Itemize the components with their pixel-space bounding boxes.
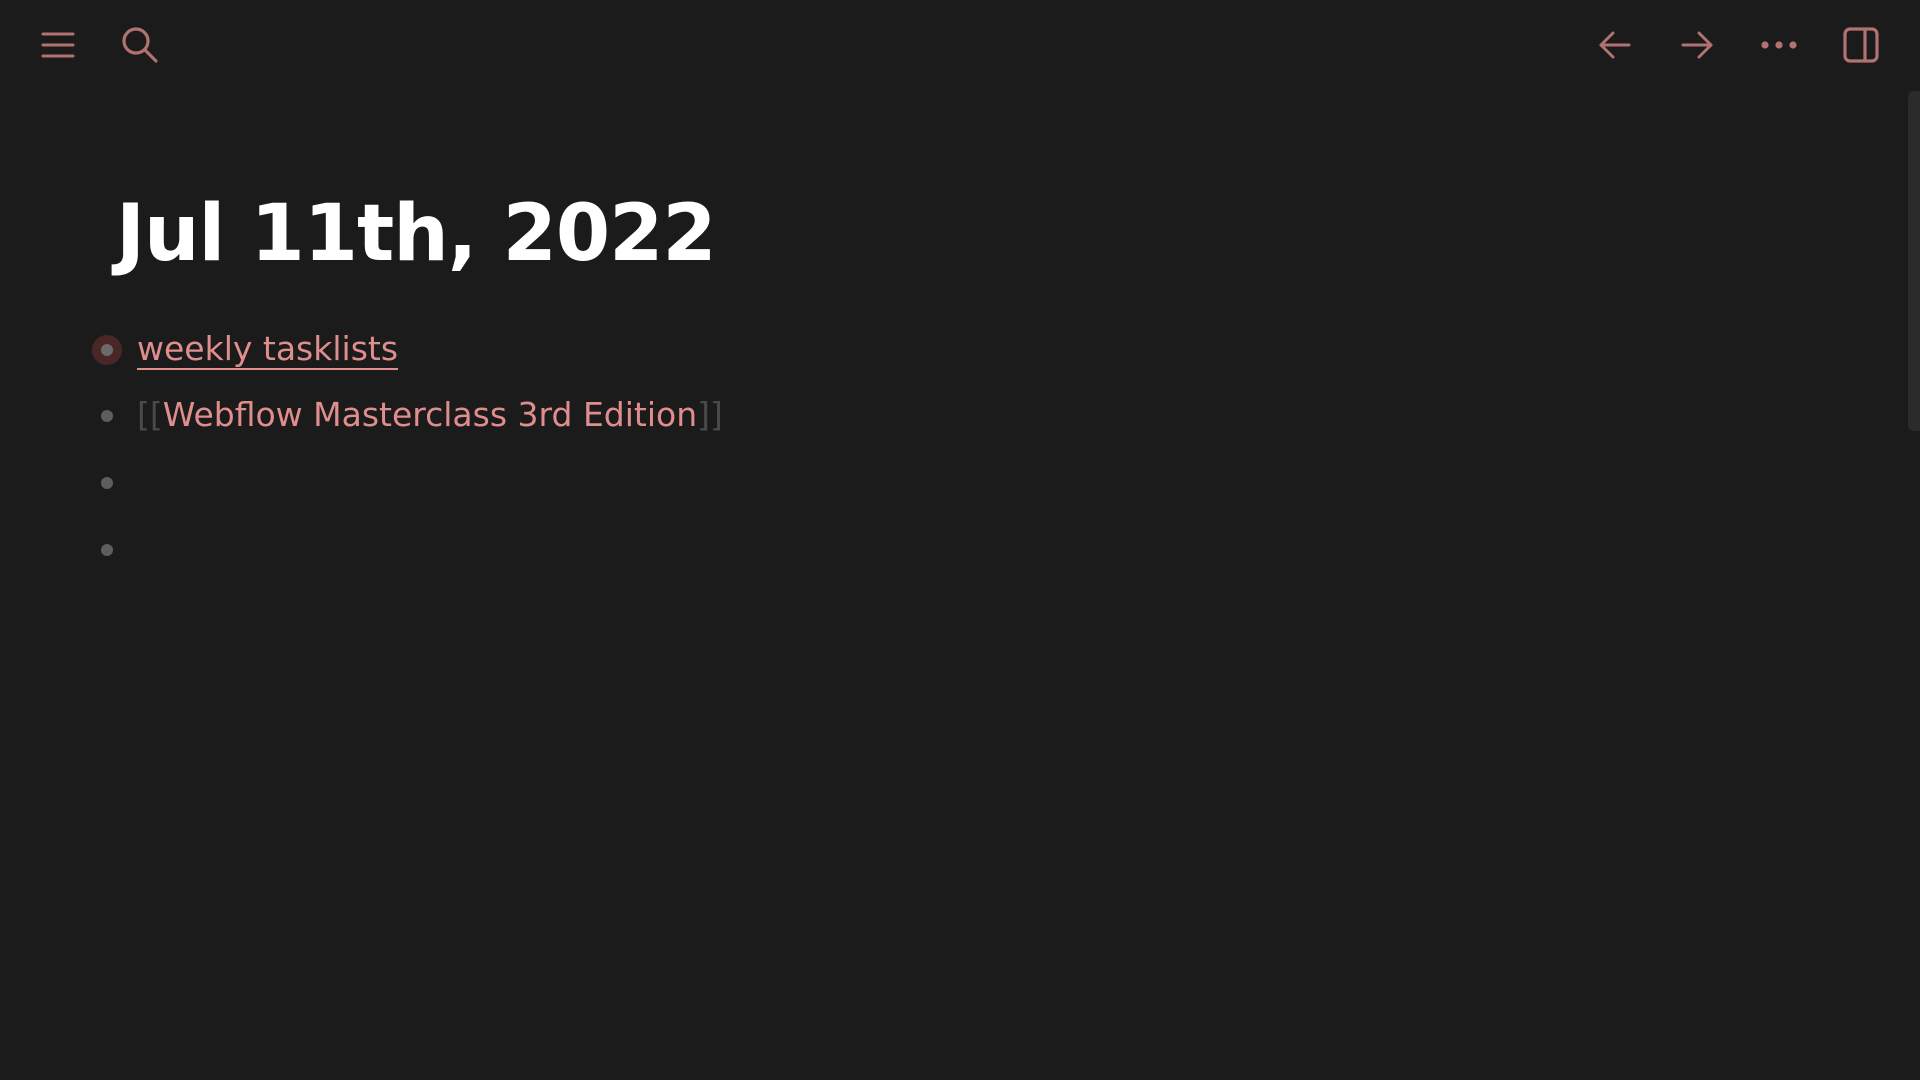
block-bullet[interactable]	[91, 467, 123, 499]
arrow-left-icon	[1599, 31, 1631, 59]
bullet-dot-icon	[101, 410, 113, 422]
bullet-dot	[101, 344, 113, 356]
back-button[interactable]	[1590, 20, 1640, 70]
bullet-dot-icon	[101, 477, 113, 489]
block-empty[interactable]	[0, 520, 1000, 580]
block-content[interactable]: [[Webflow Masterclass 3rd Edition]]	[137, 391, 723, 439]
app-window: Jul 11th, 2022 weekly tasklists [[Webflo…	[0, 0, 1920, 1080]
scrollbar-thumb[interactable]	[1908, 91, 1920, 431]
more-icon	[1761, 41, 1797, 49]
block-content[interactable]: weekly tasklists	[137, 325, 398, 373]
block-bullet[interactable]	[91, 534, 123, 566]
search-button[interactable]	[115, 20, 165, 70]
block-bullet[interactable]	[91, 400, 123, 432]
page-link[interactable]: Webflow Masterclass 3rd Edition	[163, 395, 697, 434]
block-empty[interactable]	[0, 453, 1000, 513]
search-icon	[122, 27, 158, 63]
menu-button[interactable]	[33, 20, 83, 70]
block-weekly-tasklists[interactable]: weekly tasklists	[0, 320, 1000, 380]
page-title[interactable]: Jul 11th, 2022	[116, 186, 717, 282]
page-reference-link[interactable]: weekly tasklists	[137, 329, 398, 368]
more-options-button[interactable]	[1754, 20, 1804, 70]
link-close-bracket: ]]	[697, 395, 723, 434]
toggle-right-sidebar-button[interactable]	[1836, 20, 1886, 70]
menu-icon	[41, 32, 75, 58]
block-bullet-collapsed[interactable]	[91, 334, 123, 366]
arrow-right-icon	[1681, 31, 1713, 59]
collapsed-bullet-icon	[92, 335, 122, 365]
block-webflow-masterclass[interactable]: [[Webflow Masterclass 3rd Edition]]	[0, 386, 1000, 446]
link-open-bracket: [[	[137, 395, 163, 434]
bullet-dot-icon	[101, 544, 113, 556]
forward-button[interactable]	[1672, 20, 1722, 70]
sidebar-toggle-icon	[1843, 27, 1879, 63]
